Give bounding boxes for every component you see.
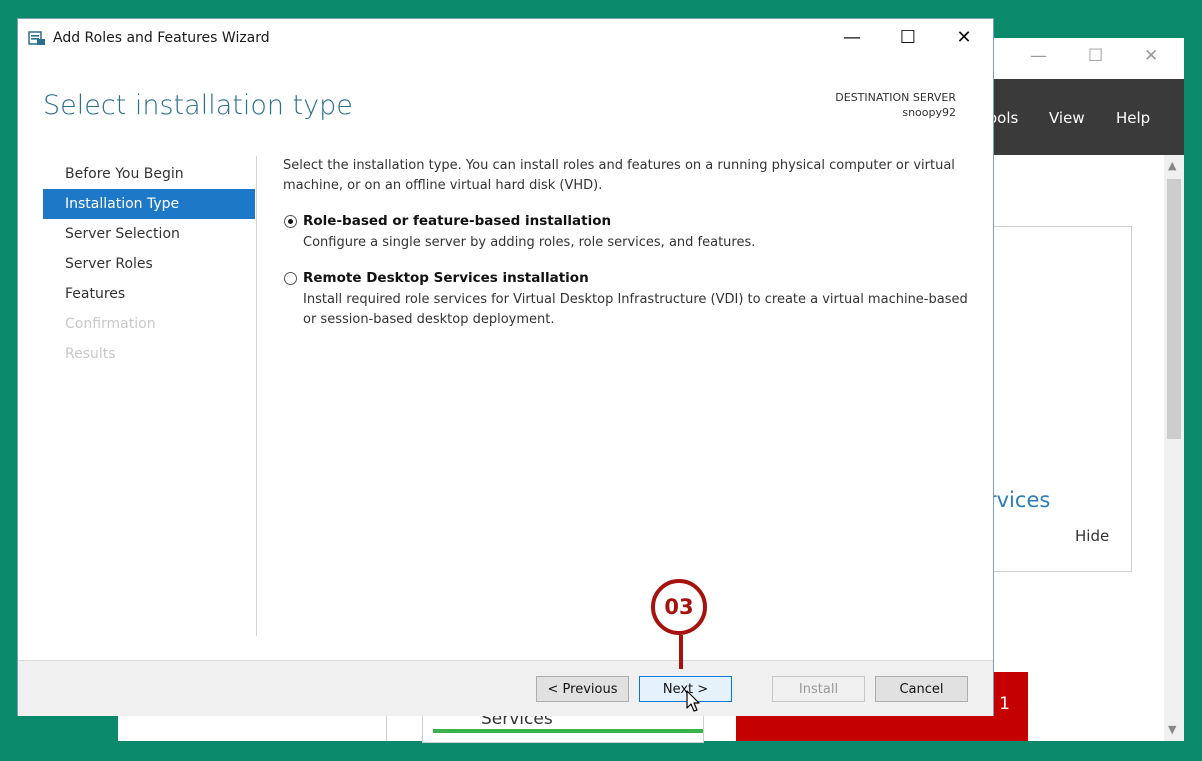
scrollbar-thumb[interactable]: [1167, 179, 1181, 439]
wizard-body: Select the installation type. You can in…: [283, 156, 983, 330]
option-role-based[interactable]: Role-based or feature-based installation…: [283, 212, 983, 253]
nav-step-server-roles[interactable]: Server Roles: [43, 249, 255, 279]
destination-server-name: snoopy92: [902, 106, 956, 119]
menu-view[interactable]: View: [1049, 109, 1085, 127]
annotation-pointer-line: [679, 635, 683, 669]
option-remote-desktop-title[interactable]: Remote Desktop Services installation: [303, 269, 983, 287]
intro-text: Select the installation type. You can in…: [283, 158, 955, 193]
option-role-based-title[interactable]: Role-based or feature-based installation: [303, 212, 983, 230]
nav-step-before-you-begin[interactable]: Before You Begin: [43, 159, 255, 189]
minimize-icon[interactable]: —: [830, 25, 874, 51]
wizard-title: Add Roles and Features Wizard: [53, 30, 270, 46]
wizard-header: Select installation type DESTINATION SER…: [18, 57, 993, 147]
nav-step-results: Results: [65, 346, 116, 362]
nav-divider: [256, 156, 257, 636]
nav-step-server-selection[interactable]: Server Selection: [43, 219, 255, 249]
server-manager-icon: [28, 31, 45, 45]
services-link[interactable]: rvices: [988, 488, 1050, 512]
radio-remote-desktop[interactable]: [284, 272, 297, 285]
nav-step-features[interactable]: Features: [43, 279, 255, 309]
status-bar-green: [433, 729, 703, 733]
scroll-up-icon[interactable]: ▲: [1168, 159, 1176, 172]
option-remote-desktop[interactable]: Remote Desktop Services installation Ins…: [283, 269, 983, 330]
step-number-badge: 03: [651, 579, 707, 635]
menu-help[interactable]: Help: [1116, 109, 1150, 127]
hide-link[interactable]: Hide: [1075, 527, 1109, 545]
nav-step-confirmation: Confirmation: [65, 316, 156, 332]
option-role-based-desc: Configure a single server by adding role…: [303, 235, 756, 250]
close-icon[interactable]: ✕: [1144, 46, 1158, 66]
alert-count: 1: [999, 694, 1010, 714]
mouse-cursor-icon: [686, 690, 700, 712]
previous-button[interactable]: < Previous: [536, 676, 629, 702]
page-title: Select installation type: [43, 90, 353, 121]
maximize-icon[interactable]: ☐: [1088, 46, 1103, 66]
wizard-steps-nav: Before You Begin Installation Type Serve…: [43, 159, 255, 369]
option-remote-desktop-desc: Install required role services for Virtu…: [303, 292, 968, 327]
wizard-titlebar[interactable]: Add Roles and Features Wizard — ☐ ✕: [18, 19, 993, 57]
install-button: Install: [772, 676, 865, 702]
add-roles-wizard: Add Roles and Features Wizard — ☐ ✕ Sele…: [18, 19, 993, 716]
wizard-footer: < Previous Next > Install Cancel: [18, 660, 993, 716]
cancel-button[interactable]: Cancel: [875, 676, 968, 702]
radio-role-based[interactable]: [284, 215, 297, 228]
nav-step-installation-type[interactable]: Installation Type: [43, 189, 255, 219]
maximize-icon[interactable]: ☐: [886, 25, 930, 51]
scroll-down-icon[interactable]: ▼: [1168, 723, 1176, 736]
vertical-scrollbar[interactable]: ▲ ▼: [1164, 155, 1184, 741]
close-icon[interactable]: ✕: [942, 25, 986, 51]
minimize-icon[interactable]: —: [1030, 46, 1047, 66]
destination-server-label: DESTINATION SERVER: [835, 91, 956, 104]
welcome-panel: [978, 226, 1132, 572]
